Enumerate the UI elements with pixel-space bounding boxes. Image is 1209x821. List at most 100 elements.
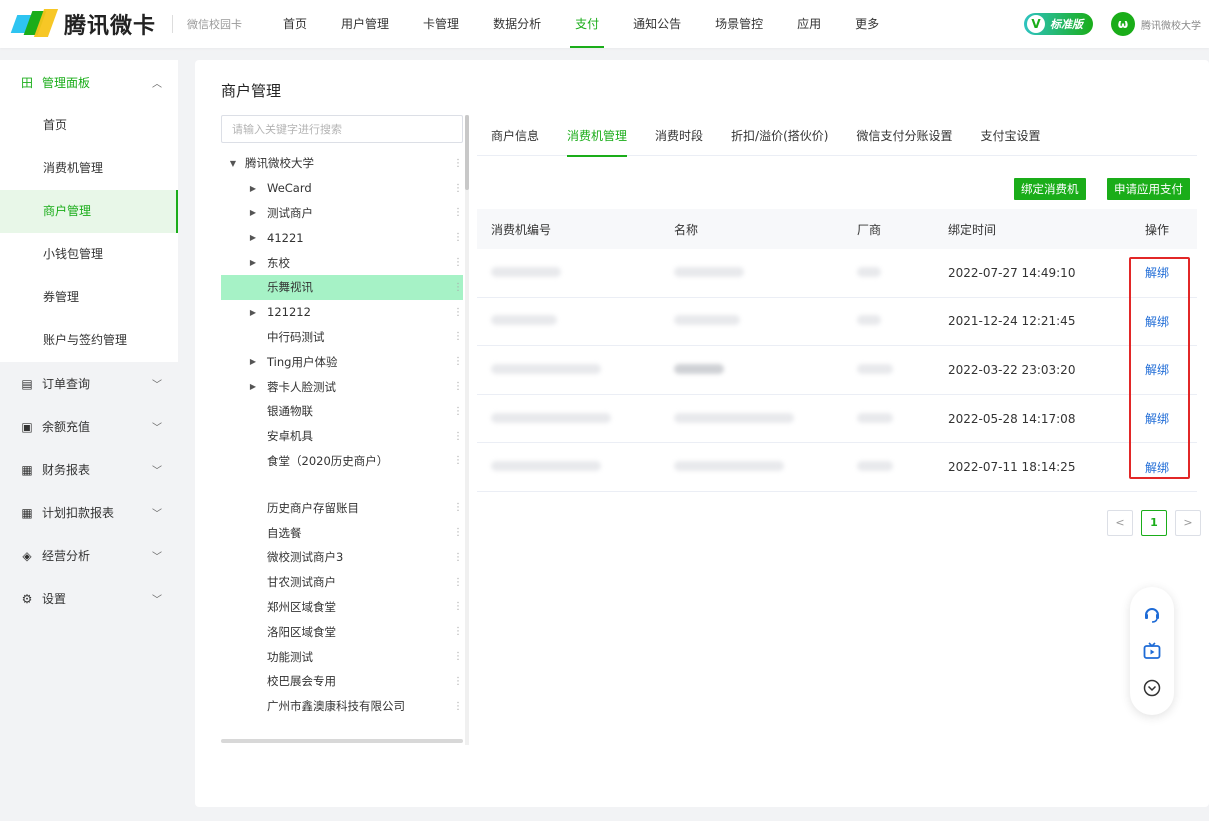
tab-0[interactable]: 商户信息 (477, 118, 553, 156)
sidebar-sub-item-0[interactable]: 首页 (0, 104, 178, 147)
caret-right-icon[interactable]: ▶ (247, 208, 259, 217)
tree-root[interactable]: ▼ 腾讯微校大学 ⋮ (221, 151, 463, 176)
sidebar-menu-1[interactable]: ▣ 余额充值 ﹀ (0, 405, 178, 448)
tree-horizontal-scrollbar[interactable] (221, 739, 463, 743)
tree-node[interactable]: 郑州区域食堂 ⋮ (221, 595, 463, 620)
more-icon[interactable]: ⋮ (453, 601, 463, 612)
tree-node[interactable]: 广州市鑫澳康科技有限公司 ⋮ (221, 694, 463, 719)
collapse-down-icon[interactable] (1141, 677, 1163, 699)
sidebar-sub-item-4[interactable]: 券管理 (0, 276, 178, 319)
tree-node[interactable]: 功能测试 ⋮ (221, 644, 463, 669)
more-icon[interactable]: ⋮ (453, 282, 463, 293)
more-icon[interactable]: ⋮ (453, 431, 463, 442)
sidebar-group-dashboard[interactable]: 田 管理面板 ︿ (0, 60, 178, 104)
tree-node-label: 洛阳区域食堂 (267, 624, 336, 639)
more-icon[interactable]: ⋮ (453, 527, 463, 538)
tree-node[interactable]: ▶ 东校 ⋮ (221, 250, 463, 275)
school-avatar[interactable]: ω (1111, 12, 1135, 36)
more-icon[interactable]: ⋮ (453, 701, 463, 712)
more-icon[interactable]: ⋮ (453, 406, 463, 417)
more-icon[interactable]: ⋮ (453, 207, 463, 218)
scrollbar-thumb[interactable] (465, 115, 469, 190)
tree-node[interactable]: 甘农测试商户 ⋮ (221, 570, 463, 595)
nav-item-5[interactable]: 通知公告 (616, 0, 698, 48)
more-icon[interactable]: ⋮ (453, 257, 463, 268)
tab-4[interactable]: 微信支付分账设置 (842, 118, 966, 156)
more-icon[interactable]: ⋮ (453, 502, 463, 513)
more-icon[interactable]: ⋮ (453, 331, 463, 342)
tree-search-input[interactable] (221, 115, 463, 143)
sidebar-menu-3[interactable]: ▦ 计划扣款报表 ﹀ (0, 491, 178, 534)
caret-right-icon[interactable]: ▶ (247, 382, 259, 391)
more-icon[interactable]: ⋮ (453, 455, 463, 466)
tree-node[interactable]: ▶ Ting用户体验 ⋮ (221, 349, 463, 374)
redacted-value (491, 461, 601, 472)
tab-5[interactable]: 支付宝设置 (966, 118, 1054, 156)
more-icon[interactable]: ⋮ (453, 232, 463, 243)
caret-right-icon[interactable]: ▶ (247, 308, 259, 317)
customer-service-icon[interactable] (1141, 603, 1163, 625)
sidebar-menu-0[interactable]: ▤ 订单查询 ﹀ (0, 362, 178, 405)
caret-right-icon[interactable]: ▶ (247, 357, 259, 366)
sidebar-sub-item-2[interactable]: 商户管理 (0, 190, 178, 233)
nav-item-3[interactable]: 数据分析 (476, 0, 558, 48)
tree-node[interactable]: ▶乐舞视讯⋮ (221, 274, 463, 300)
apply-payment-button[interactable]: 申请应用支付 (1107, 178, 1190, 200)
tree-node[interactable]: ▶ 121212 ⋮ (221, 300, 463, 325)
more-icon[interactable]: ⋮ (453, 356, 463, 367)
next-page-button[interactable]: > (1175, 510, 1201, 536)
more-icon[interactable]: ⋮ (453, 381, 463, 392)
tree-node[interactable]: 微校测试商户3 ⋮ (221, 545, 463, 570)
bind-terminal-button[interactable]: 绑定消费机 (1014, 178, 1086, 200)
sidebar-menu-5[interactable]: ⚙ 设置 ﹀ (0, 577, 178, 620)
more-icon[interactable]: ⋮ (453, 626, 463, 637)
tree-node[interactable]: 洛阳区域食堂 ⋮ (221, 619, 463, 644)
tab-3[interactable]: 折扣/溢价(搭伙价) (717, 118, 842, 156)
tree-node[interactable]: ▶食堂（2020历史商户）⋮ (221, 449, 463, 474)
tree-node[interactable]: ▶安卓机具⋮ (221, 424, 463, 449)
caret-right-icon[interactable]: ▶ (247, 233, 259, 242)
tree-node[interactable]: ▶中行码测试⋮ (221, 325, 463, 350)
redacted-value (674, 363, 724, 374)
nav-item-8[interactable]: 更多 (838, 0, 896, 48)
nav-item-0[interactable]: 首页 (266, 0, 324, 48)
more-icon[interactable]: ⋮ (453, 676, 463, 687)
tree-node[interactable]: 校巴展会专用 ⋮ (221, 669, 463, 694)
tree-node[interactable]: ▶银通物联⋮ (221, 399, 463, 424)
tree-scrollbar[interactable] (465, 115, 469, 745)
more-icon[interactable]: ⋮ (453, 307, 463, 318)
sidebar-menu-4[interactable]: ◈ 经营分析 ﹀ (0, 534, 178, 577)
tree-node[interactable]: ▶ 测试商户 ⋮ (221, 201, 463, 226)
school-name[interactable]: 腾讯微校大学 (1141, 17, 1201, 32)
page-1-button[interactable]: 1 (1141, 510, 1167, 536)
sidebar-sub-item-1[interactable]: 消费机管理 (0, 147, 178, 190)
more-icon[interactable]: ⋮ (453, 577, 463, 588)
tree-node[interactable]: 历史商户存留账目 ⋮ (221, 495, 463, 520)
tree-node[interactable]: ▶ 蓉卡人脸测试 ⋮ (221, 374, 463, 399)
brand-logo[interactable]: 腾讯微卡 (10, 8, 156, 40)
tree-node[interactable]: 自选餐 ⋮ (221, 520, 463, 545)
redacted-value (674, 461, 784, 472)
caret-right-icon[interactable]: ▶ (247, 258, 259, 267)
tab-1[interactable]: 消费机管理 (553, 118, 641, 157)
nav-item-1[interactable]: 用户管理 (324, 0, 406, 48)
tree-node[interactable]: ▶ 41221 ⋮ (221, 225, 463, 250)
nav-item-6[interactable]: 场景管控 (698, 0, 780, 48)
tree-node[interactable]: ▶ WeCard ⋮ (221, 176, 463, 201)
more-icon[interactable]: ⋮ (453, 651, 463, 662)
prev-page-button[interactable]: < (1107, 510, 1133, 536)
more-icon[interactable]: ⋮ (453, 183, 463, 194)
caret-right-icon[interactable]: ▶ (247, 184, 259, 193)
nav-item-2[interactable]: 卡管理 (406, 0, 476, 48)
more-icon[interactable]: ⋮ (453, 158, 463, 169)
sidebar-sub-item-3[interactable]: 小钱包管理 (0, 233, 178, 276)
nav-item-7[interactable]: 应用 (780, 0, 838, 48)
tab-2[interactable]: 消费时段 (641, 118, 717, 156)
caret-right-icon[interactable]: ▼ (227, 159, 239, 168)
sidebar-menu-2[interactable]: ▦ 财务报表 ﹀ (0, 448, 178, 491)
edition-badge[interactable]: V 标准版 (1024, 13, 1093, 35)
nav-item-4[interactable]: 支付 (558, 0, 616, 48)
video-tutorial-icon[interactable] (1141, 640, 1163, 662)
sidebar-sub-item-5[interactable]: 账户与签约管理 (0, 319, 178, 362)
more-icon[interactable]: ⋮ (453, 552, 463, 563)
